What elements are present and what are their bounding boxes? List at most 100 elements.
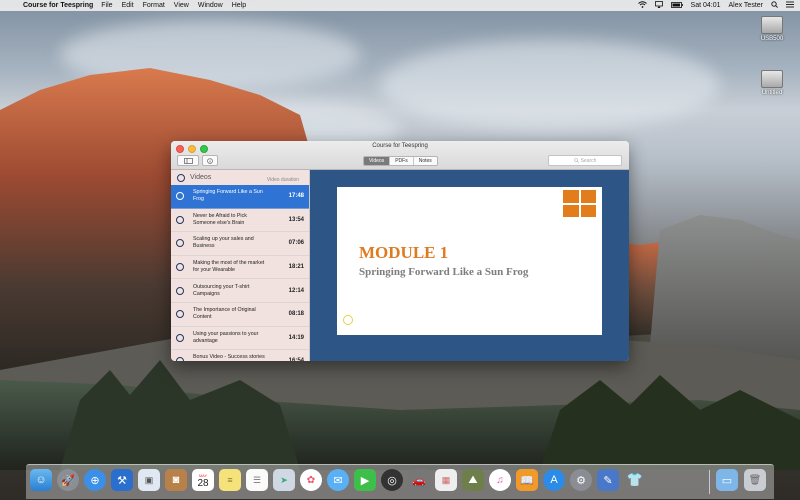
itunes-icon[interactable]: ♫ — [489, 469, 511, 491]
drive-icon — [761, 16, 783, 34]
video-icon — [176, 263, 184, 272]
tab-pdfs[interactable]: PDFs — [390, 157, 414, 165]
video-sidebar: Videos Video duration Springing Forward … — [171, 170, 310, 361]
video-list: Springing Forward Like a Sun Frog 17:48 Ne… — [171, 185, 309, 361]
app-store-preview-icon[interactable]: ▦ — [435, 469, 457, 491]
video-duration: 12:14 — [288, 287, 304, 294]
dock: ☺ 🚀 ⊕ ⚒ ▣ ◙ MAY 28 ≡ ☰ ➤ ✿ ✉ ▶ ◎ 🚗 ▦ ⛰ ♫… — [26, 464, 774, 499]
video-icon — [176, 239, 184, 248]
tab-videos[interactable]: Videos — [364, 157, 391, 165]
video-list-item[interactable]: Never be Afraid to Pick Someone else's B… — [171, 209, 309, 233]
notes-icon[interactable]: ≡ — [219, 469, 241, 491]
clock[interactable]: Sat 04:01 — [691, 2, 721, 9]
menu-file[interactable]: File — [101, 2, 112, 9]
trash-icon[interactable]: 🗑 — [744, 469, 766, 491]
app-store-icon[interactable]: A — [543, 469, 565, 491]
video-icon — [176, 357, 184, 361]
module-title: MODULE 1 — [359, 243, 449, 262]
spotlight-icon[interactable] — [771, 1, 778, 10]
document-app-icon[interactable]: ✎ — [597, 469, 619, 491]
dock-separator — [709, 470, 710, 494]
video-title: Scaling up your sales and Business — [193, 236, 254, 250]
video-icon — [176, 333, 184, 342]
video-title: Outsourcing your T-shirt Campaigns — [193, 283, 250, 297]
logo-icon — [563, 190, 596, 217]
slide: MODULE 1 Springing Forward Like a Sun Fr… — [337, 187, 602, 335]
desktop-icon-untitled[interactable]: Untitled — [750, 70, 794, 96]
launchpad-icon[interactable]: 🚀 — [57, 469, 79, 491]
safari-icon[interactable]: ⊕ — [84, 469, 106, 491]
ibooks-icon[interactable]: 📖 — [516, 469, 538, 491]
video-duration: 07:06 — [288, 240, 304, 247]
wifi-icon[interactable] — [637, 1, 647, 10]
cursor-highlight — [343, 315, 353, 325]
video-list-item[interactable]: Using your passions to your advantage 14:… — [171, 327, 309, 351]
app-menu[interactable]: Course for Teespring — [23, 2, 93, 9]
video-title: Making the most of the market for your W… — [193, 260, 265, 274]
video-list-item[interactable]: Outsourcing your T-shirt Campaigns 12:14 — [171, 279, 309, 303]
tab-notes[interactable]: Notes — [413, 157, 437, 165]
search-field[interactable]: Search — [548, 155, 622, 166]
video-icon — [177, 173, 185, 182]
airplay-icon[interactable] — [654, 1, 663, 10]
video-duration: 13:54 — [288, 216, 304, 223]
menu-edit[interactable]: Edit — [122, 2, 134, 9]
video-list-item[interactable]: Springing Forward Like a Sun Frog 17:48 — [171, 185, 309, 209]
photos-icon[interactable]: ✿ — [300, 469, 322, 491]
notification-center-icon[interactable] — [786, 1, 794, 10]
video-list-item[interactable]: Scaling up your sales and Business 07:06 — [171, 232, 309, 256]
preview-icon[interactable]: ▣ — [138, 469, 160, 491]
messages-icon[interactable]: ✉ — [327, 469, 349, 491]
car-app-icon[interactable]: 🚗 — [408, 469, 430, 491]
video-icon — [176, 215, 184, 224]
search-placeholder: Search — [580, 157, 597, 164]
video-title: The Importance of Original Content — [193, 307, 256, 321]
downloads-folder-icon[interactable]: ▭ — [716, 469, 738, 491]
contacts-icon[interactable]: ◙ — [165, 469, 187, 491]
info-button[interactable] — [202, 155, 218, 166]
sidebar-header: Videos Video duration — [171, 170, 309, 185]
video-list-item[interactable]: Making the most of the market for your W… — [171, 256, 309, 280]
app-window: Course for Teespring Videos PDFs Notes S… — [171, 141, 629, 361]
video-list-item[interactable]: The Importance of Original Content 08:18 — [171, 303, 309, 327]
video-list-item[interactable]: Bonus Video - Success stories and a tour… — [171, 350, 309, 361]
video-duration: 08:18 — [288, 311, 304, 318]
video-icon — [176, 286, 184, 295]
module-subtitle: Springing Forward Like a Sun Frog — [359, 266, 529, 278]
menu-help[interactable]: Help — [232, 2, 246, 9]
video-title: Using your passions to your advantage — [193, 330, 259, 344]
desktop-icon-label: Untitled — [761, 90, 783, 96]
menu-view[interactable]: View — [174, 2, 189, 9]
battery-icon[interactable] — [670, 1, 683, 10]
video-title: Bonus Video - Success stories and a tour… — [193, 354, 265, 361]
photo-booth-icon[interactable]: ◎ — [381, 469, 403, 491]
course-app-icon[interactable]: ⛰ — [462, 469, 484, 491]
reminders-icon[interactable]: ☰ — [246, 469, 268, 491]
menu-format[interactable]: Format — [143, 2, 165, 9]
calendar-icon[interactable]: MAY 28 — [192, 469, 214, 491]
video-duration: 16:54 — [289, 358, 304, 361]
toggle-sidebar-button[interactable] — [177, 155, 199, 166]
video-icon — [176, 192, 184, 201]
system-preferences-icon[interactable]: ⚙ — [570, 469, 592, 491]
tshirt-app-icon[interactable]: 👕 — [624, 469, 646, 491]
search-icon — [573, 158, 579, 163]
menu-bar: Course for Teespring File Edit Format Vi… — [0, 0, 800, 11]
desktop-icon-label: USB500 — [760, 36, 784, 42]
finder-icon[interactable]: ☺ — [30, 469, 52, 491]
menu-window[interactable]: Window — [198, 2, 223, 9]
maps-icon[interactable]: ➤ — [273, 469, 295, 491]
xcode-icon[interactable]: ⚒ — [111, 469, 133, 491]
video-icon — [176, 310, 184, 319]
calendar-day: 28 — [197, 478, 209, 489]
video-title: Springing Forward Like a Sun Frog — [193, 189, 263, 203]
facetime-icon[interactable]: ▶ — [354, 469, 376, 491]
content-tabs: Videos PDFs Notes — [363, 156, 438, 166]
user-menu[interactable]: Alex Tester — [729, 2, 764, 9]
video-player[interactable]: MODULE 1 Springing Forward Like a Sun Fr… — [310, 170, 629, 361]
desktop-icon-usb500[interactable]: USB500 — [750, 16, 794, 42]
drive-icon — [761, 70, 783, 88]
info-icon — [207, 157, 213, 164]
video-duration: 17:48 — [288, 193, 304, 200]
title-bar: Course for Teespring Videos PDFs Notes S… — [171, 141, 629, 170]
